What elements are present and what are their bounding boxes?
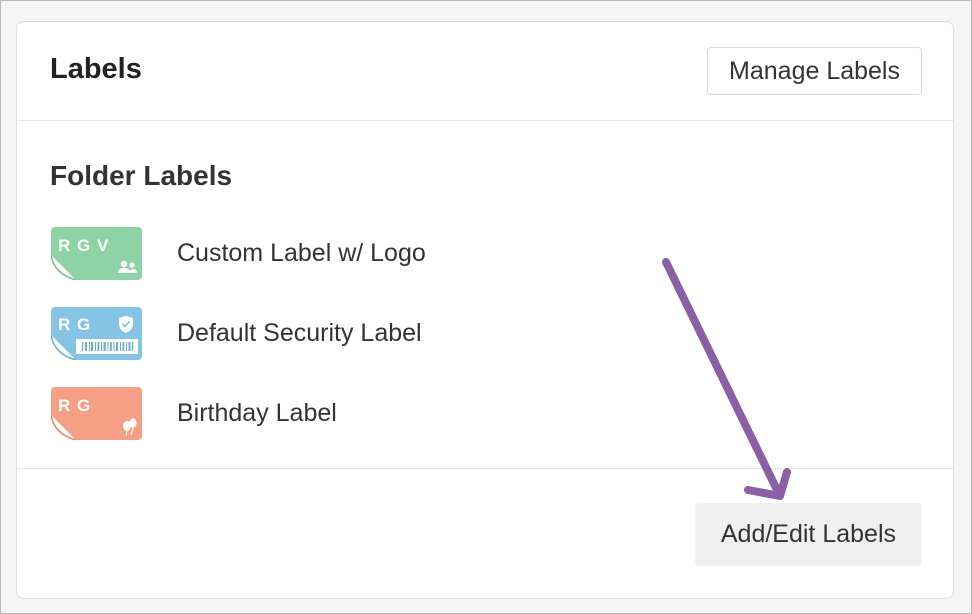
label-item-default-security[interactable]: R G Default Security Label — [51, 306, 426, 360]
label-item-custom-logo[interactable]: R G V Custom Label w/ Logo — [51, 226, 426, 280]
security-label-thumbnail: R G — [51, 306, 142, 360]
custom-label-thumbnail: R G V — [51, 226, 142, 280]
add-edit-labels-button[interactable]: Add/Edit Labels — [694, 503, 922, 566]
card-header: Labels Manage Labels — [17, 22, 953, 121]
label-name: Birthday Label — [177, 398, 337, 427]
label-name: Default Security Label — [177, 318, 422, 347]
manage-labels-button[interactable]: Manage Labels — [707, 47, 922, 95]
birthday-label-thumbnail: R G — [51, 386, 142, 440]
screenshot-frame: Labels Manage Labels Folder Labels R G V — [0, 0, 972, 614]
folder-labels-heading: Folder Labels — [50, 160, 233, 191]
card-footer-divider — [17, 468, 953, 469]
birthday-label-badge: R G — [58, 396, 91, 415]
label-name: Custom Label w/ Logo — [177, 238, 426, 267]
custom-label-badge: R G V — [58, 236, 109, 255]
labels-card: Labels Manage Labels Folder Labels R G V — [16, 21, 954, 599]
folder-label-list: R G V Custom Label w/ Logo R G Default S… — [51, 226, 426, 466]
card-title: Labels — [50, 53, 142, 85]
label-item-birthday[interactable]: R G Birthday Label — [51, 386, 426, 440]
security-label-badge: R G — [58, 315, 91, 334]
